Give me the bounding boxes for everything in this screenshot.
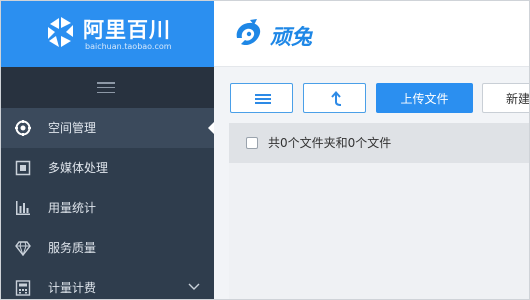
file-list-area xyxy=(229,163,529,299)
app-header: 顽兔 xyxy=(214,1,529,67)
sidebar-item-label: 计量计费 xyxy=(48,281,97,295)
brand-subtitle: baichuan.taobao.com xyxy=(85,42,172,51)
sidebar-item-media-processing[interactable]: 多媒体处理 xyxy=(1,148,214,188)
brand-title: 阿里百川 xyxy=(83,18,171,42)
new-label: 新建 xyxy=(506,92,530,106)
sidebar-item-label: 多媒体处理 xyxy=(48,161,109,175)
list-view-icon xyxy=(255,94,271,104)
arrow-up-return-icon xyxy=(331,91,342,106)
sidebar: 阿里百川 baichuan.taobao.com 空间管理 多媒体处理 用量统计… xyxy=(1,1,215,299)
file-count-summary: 共0个文件夹和0个文件 xyxy=(268,136,392,150)
app-window: 阿里百川 baichuan.taobao.com 空间管理 多媒体处理 用量统计… xyxy=(0,0,530,300)
file-list-header: 共0个文件夹和0个文件 xyxy=(229,123,529,163)
diamond-icon xyxy=(15,241,31,256)
media-processing-icon xyxy=(15,160,31,176)
upload-file-button[interactable]: 上传文件 xyxy=(376,83,473,113)
app-name: 顽兔 xyxy=(270,25,312,49)
chevron-down-icon xyxy=(188,283,200,290)
cube-settings-icon xyxy=(15,120,31,136)
bar-chart-icon xyxy=(16,201,30,215)
wantu-logo-icon xyxy=(236,19,261,46)
sidebar-item-service-quality[interactable]: 服务质量 xyxy=(1,228,214,268)
sidebar-item-label: 服务质量 xyxy=(48,241,97,255)
brand-header[interactable]: 阿里百川 baichuan.taobao.com xyxy=(1,1,214,67)
sidebar-toggle[interactable] xyxy=(1,67,214,108)
sidebar-item-label: 空间管理 xyxy=(48,121,97,135)
sidebar-item-usage-stats[interactable]: 用量统计 xyxy=(1,188,214,228)
go-up-button[interactable] xyxy=(303,83,366,113)
upload-file-label: 上传文件 xyxy=(400,92,449,106)
select-all-checkbox[interactable] xyxy=(246,137,258,149)
toolbar: 上传文件 新建 xyxy=(214,67,530,123)
new-button[interactable]: 新建 xyxy=(482,83,530,113)
sidebar-item-billing[interactable]: 计量计费 xyxy=(1,268,214,299)
pinwheel-logo-icon xyxy=(48,17,73,47)
main-content: 顽兔 上传文件 新建 共0个文件夹和0个文件 xyxy=(214,1,530,299)
hamburger-icon xyxy=(97,82,115,94)
sidebar-item-space-management[interactable]: 空间管理 xyxy=(1,108,215,148)
list-view-button[interactable] xyxy=(230,83,293,113)
calculator-icon xyxy=(15,280,31,296)
sidebar-item-label: 用量统计 xyxy=(48,201,97,215)
